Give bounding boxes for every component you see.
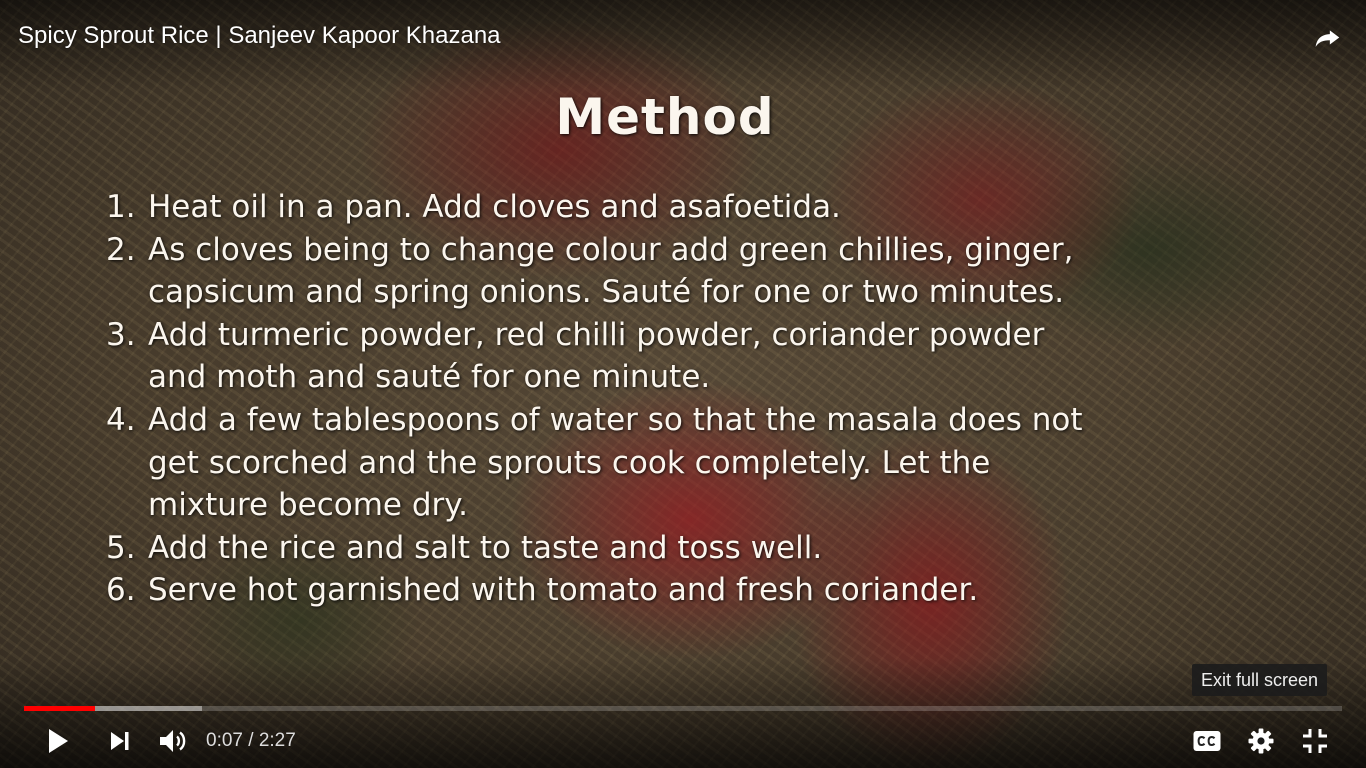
- step-line: As cloves being to change colour add gre…: [148, 231, 1074, 268]
- step-line: capsicum and spring onions. Sauté for on…: [148, 274, 1065, 311]
- video-title[interactable]: Spicy Sprout Rice | Sanjeev Kapoor Khaza…: [18, 20, 501, 52]
- video-player[interactable]: Method 1. Heat oil in a pan. Add cloves a…: [0, 0, 1366, 768]
- play-icon: [49, 729, 68, 753]
- method-step: 6. Serve hot garnished with tomato and fr…: [106, 569, 1266, 612]
- step-line: Heat oil in a pan. Add cloves and asafoe…: [148, 189, 841, 225]
- method-step: 5. Add the rice and salt to taste and tos…: [106, 527, 1266, 570]
- step-number: 4.: [106, 401, 136, 438]
- play-button[interactable]: [40, 718, 76, 764]
- next-icon: [111, 732, 129, 750]
- captions-icon: [1193, 731, 1221, 751]
- method-step: 2. As cloves being to change colour add g…: [106, 229, 1266, 314]
- next-button[interactable]: [104, 718, 136, 764]
- progress-played: [24, 706, 96, 711]
- method-step: 1. Heat oil in a pan. Add cloves and asaf…: [106, 186, 1266, 229]
- step-number: 2.: [106, 231, 136, 268]
- exit-fullscreen-tooltip: Exit full screen: [1192, 664, 1328, 696]
- step-number: 6.: [106, 572, 136, 609]
- step-line: Add the rice and salt to taste and toss …: [148, 529, 823, 566]
- share-icon: [1315, 30, 1340, 47]
- method-steps-list: 1. Heat oil in a pan. Add cloves and asaf…: [106, 186, 1266, 612]
- method-step: 4. Add a few tablespoons of water so that…: [106, 399, 1266, 527]
- step-line: Add turmeric powder, red chilli powder, …: [148, 316, 1045, 353]
- exit-fullscreen-icon: [1303, 729, 1327, 753]
- method-step: 3. Add turmeric powder, red chilli powder…: [106, 314, 1266, 399]
- progress-bar[interactable]: [24, 706, 1342, 711]
- control-bar: 0:07 / 2:27: [0, 718, 1366, 764]
- step-number: 5.: [106, 529, 136, 566]
- time-display: 0:07 / 2:27: [206, 730, 296, 751]
- volume-button[interactable]: [154, 718, 192, 764]
- captions-button[interactable]: [1190, 718, 1224, 764]
- slide-heading: Method: [555, 88, 775, 146]
- step-line: Serve hot garnished with tomato and fres…: [148, 572, 979, 609]
- volume-icon: [160, 730, 186, 752]
- step-line: Add a few tablespoons of water so that t…: [148, 401, 1083, 438]
- exit-fullscreen-button[interactable]: [1298, 718, 1332, 764]
- step-line: and moth and sauté for one minute.: [148, 359, 711, 396]
- step-line: mixture become dry.: [148, 487, 469, 524]
- step-line: get scorched and the sprouts cook comple…: [148, 444, 991, 481]
- settings-button[interactable]: [1244, 718, 1278, 764]
- step-number: 1.: [106, 189, 136, 225]
- share-button[interactable]: [1310, 20, 1344, 54]
- video-frame-slide: Method 1. Heat oil in a pan. Add cloves a…: [0, 0, 1366, 768]
- gear-icon: [1248, 728, 1274, 754]
- step-number: 3.: [106, 316, 136, 353]
